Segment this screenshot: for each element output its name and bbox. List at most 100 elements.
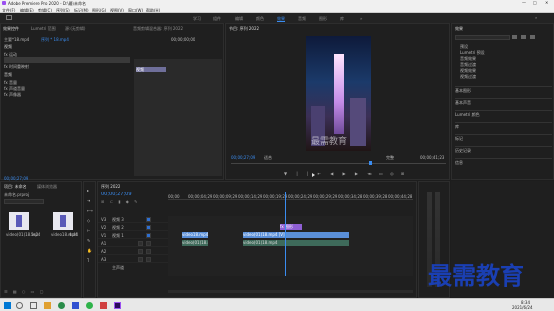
program-monitor-title[interactable]: 节目: 序列 2022: [229, 26, 259, 31]
clip-audio-main[interactable]: video(01)18.mp4: [243, 240, 349, 246]
wechat-icon[interactable]: [86, 302, 93, 309]
export-frame-icon[interactable]: ▭ ▭ ◎ ⊞: [368, 171, 407, 176]
clip-v1-main[interactable]: video(01)18.mp4 [V]: [243, 232, 349, 238]
hand-tool-icon[interactable]: ✋: [87, 248, 92, 253]
more-workspaces-icon[interactable]: »: [360, 16, 362, 21]
section-markers[interactable]: 标记: [455, 134, 552, 141]
effects-folder-audio-effects[interactable]: 音频效果: [460, 56, 476, 61]
solo-button[interactable]: [146, 257, 151, 262]
section-history[interactable]: 历史记录: [455, 146, 552, 153]
effects-panel-title[interactable]: 效果: [455, 26, 463, 31]
tab-source[interactable]: 源:(无剪辑): [65, 26, 85, 31]
play-button[interactable]: [312, 173, 315, 177]
tab-lumetri-scopes[interactable]: Lumetri 范围: [31, 26, 56, 31]
track-label-v1[interactable]: V1: [101, 233, 106, 238]
solo-button[interactable]: [146, 249, 151, 254]
project-item-thumbnail[interactable]: [53, 212, 73, 230]
track-label-a3[interactable]: A3: [101, 257, 106, 262]
task-view-icon[interactable]: [30, 302, 37, 309]
clip-label[interactable]: 序列 * 18.mp4: [41, 37, 69, 42]
toggle-track-output-icon[interactable]: [146, 233, 151, 238]
program-timecode-left[interactable]: 00;00;27;09: [231, 155, 255, 160]
mute-button[interactable]: [138, 241, 143, 246]
minimize-button[interactable]: —: [522, 0, 526, 5]
section-essential-graphics[interactable]: 基本图形: [455, 86, 552, 93]
timeline-scrollbar[interactable]: [168, 290, 413, 293]
yuv-effects-icon[interactable]: [530, 35, 535, 39]
resolution-dropdown[interactable]: 完整: [386, 155, 394, 160]
app-icon[interactable]: [100, 302, 107, 309]
workspace-effects[interactable]: 效果: [277, 16, 285, 22]
premiere-taskbar-icon[interactable]: [114, 302, 121, 309]
32bit-effects-icon[interactable]: [521, 35, 526, 39]
mute-button[interactable]: [138, 257, 143, 262]
workspace-editing[interactable]: 编辑: [235, 16, 243, 21]
fit-dropdown[interactable]: 适合: [264, 155, 272, 160]
file-explorer-icon[interactable]: [44, 302, 51, 309]
mute-button[interactable]: [138, 249, 143, 254]
type-tool-icon[interactable]: T: [87, 258, 89, 263]
workspace-libraries[interactable]: 库: [340, 16, 344, 21]
slip-tool-icon[interactable]: ⊢: [87, 228, 90, 233]
effects-folder-lumetri[interactable]: Lumetri 预设: [460, 50, 485, 55]
ripple-edit-tool-icon[interactable]: ⟷: [87, 208, 93, 213]
effect-row-channel-volume[interactable]: fx 声道音量: [4, 86, 25, 91]
effects-folder-presets[interactable]: 预设: [460, 44, 468, 49]
razor-tool-icon[interactable]: ◇: [87, 218, 90, 223]
project-bottom-toolbar[interactable]: ☰ ▦ ○ ▭ ▢: [4, 289, 46, 294]
maximize-button[interactable]: □: [533, 0, 537, 5]
effect-timeline-area[interactable]: [134, 59, 222, 176]
browser-icon[interactable]: [58, 302, 65, 309]
timeline-playhead[interactable]: [285, 192, 286, 276]
app-icon[interactable]: [72, 302, 79, 309]
effects-folder-video-effects[interactable]: 视频效果: [460, 68, 476, 73]
search-icon[interactable]: ⌕: [535, 15, 537, 20]
timeline-timecode[interactable]: 00;00;27;09: [101, 192, 132, 197]
toggle-track-output-icon[interactable]: [146, 225, 151, 230]
accelerated-effects-icon[interactable]: [512, 35, 517, 39]
pen-tool-icon[interactable]: ✎: [87, 238, 90, 243]
home-icon[interactable]: [6, 15, 12, 20]
track-label-a2[interactable]: A2: [101, 249, 106, 254]
timeline-tools[interactable]: ⊞ ⊂ ▮ ◆ ✎: [101, 199, 139, 204]
clip-v1-small[interactable]: video18.mp4: [182, 232, 208, 238]
tab-media-browser[interactable]: 媒体浏览器: [37, 184, 57, 189]
clip-audio-small[interactable]: video(01)18.mp4: [182, 240, 208, 246]
tab-project[interactable]: 项目: 未命名: [4, 184, 27, 189]
solo-button[interactable]: [146, 241, 151, 246]
project-search-input[interactable]: [4, 199, 44, 204]
track-label-a1[interactable]: A1: [101, 241, 106, 246]
close-button[interactable]: ✕: [545, 0, 548, 5]
effects-folder-video-transitions[interactable]: 视频过渡: [460, 74, 476, 79]
project-item-thumbnail[interactable]: [9, 212, 29, 230]
section-libraries[interactable]: 库: [455, 122, 552, 129]
track-label-v3[interactable]: V3: [101, 217, 106, 222]
effect-row-panner[interactable]: fx 声像器: [4, 92, 21, 97]
track-select-tool-icon[interactable]: ⇥: [87, 198, 90, 203]
video-frame[interactable]: 最需教育: [306, 36, 371, 151]
timeline-title[interactable]: 序列 2022: [101, 184, 120, 189]
transport-controls[interactable]: ▼ | | ⇤ ◀ ▶ ▶ ⇥: [284, 171, 375, 176]
effects-search-input[interactable]: [455, 35, 510, 40]
workspace-color[interactable]: 颜色: [256, 16, 264, 21]
track-area[interactable]: fx 图形 video18.mp4 video(01)18.mp4 [V] vi…: [168, 192, 413, 276]
workspace-assembly[interactable]: 组件: [213, 16, 221, 21]
tab-audio-clip-mixer[interactable]: 音频剪辑混合器: 序列 2022: [133, 26, 183, 31]
section-lumetri-color[interactable]: Lumetri 颜色: [455, 110, 552, 117]
playback-scrubber[interactable]: [231, 163, 446, 164]
effect-row-time-remap[interactable]: fx 时间重映射: [4, 64, 29, 69]
clip-graphic-v2[interactable]: fx 图形: [280, 224, 302, 230]
toggle-track-output-icon[interactable]: [146, 217, 151, 222]
section-info[interactable]: 信息: [455, 158, 552, 165]
section-essential-sound[interactable]: 基本声音: [455, 98, 552, 105]
workspace-learning[interactable]: 学习: [193, 16, 201, 21]
tab-effect-controls[interactable]: 效果控件: [3, 26, 19, 31]
track-label-v2[interactable]: V2: [101, 225, 106, 230]
effect-row-volume[interactable]: fx 音量: [4, 80, 17, 85]
selection-tool-icon[interactable]: ▸: [87, 188, 89, 193]
timeline-ruler[interactable]: 00;00 00;00;04;29 00;00;09;29 00;00;14;2…: [168, 192, 413, 200]
scrubber-playhead[interactable]: [369, 161, 372, 165]
windows-start-icon[interactable]: [4, 302, 11, 309]
workspace-audio[interactable]: 音频: [298, 16, 306, 21]
effects-folder-audio-transitions[interactable]: 音频过渡: [460, 62, 476, 67]
